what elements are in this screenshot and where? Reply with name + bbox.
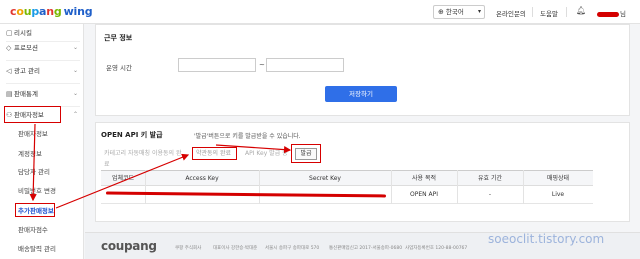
submenu-manager[interactable]: 담당자 관리 xyxy=(18,167,50,177)
highlight-additional-info xyxy=(15,203,55,217)
submenu-shipping[interactable]: 배송탈력 관리 xyxy=(18,244,56,254)
td-vendor-code xyxy=(101,186,145,204)
chevron-down-icon: ⌄ xyxy=(72,90,78,97)
terms-consent-field: 약관동의 완료 xyxy=(192,147,237,160)
submenu-account-info[interactable]: 계정정보 xyxy=(18,149,42,159)
api-key-status-field: API Key 발급 중 xyxy=(242,148,292,161)
td-purpose: OPEN API xyxy=(391,186,457,204)
submenu-password[interactable]: 비밀번호 변경 xyxy=(18,186,56,196)
chevron-down-icon: ⌄ xyxy=(72,67,78,74)
top-header: coupang wing ⊕ 한국어 ▾ 온라인문의 도움말 🔔︎ 님 xyxy=(0,0,640,24)
save-button[interactable]: 저장하기 xyxy=(325,86,397,102)
bell-icon[interactable]: 🔔︎ xyxy=(576,6,586,15)
redacted-username xyxy=(597,11,619,17)
online-inquiry-link[interactable]: 온라인문의 xyxy=(496,8,526,18)
chevron-down-icon: ▾ xyxy=(477,8,481,15)
globe-icon: ⊕ xyxy=(438,8,444,16)
highlight-seller-info xyxy=(4,106,61,123)
sidebar-item-stats[interactable]: ▤판매통계 ⌄ xyxy=(6,88,80,100)
watermark: soeoclit.tistory.com xyxy=(488,232,605,246)
footer-logo: coupang xyxy=(101,239,157,253)
submenu-seller-score[interactable]: 판매자점수 xyxy=(18,225,48,235)
th-secret-key: Secret Key xyxy=(259,170,391,186)
user-menu[interactable]: 님 xyxy=(597,8,626,18)
work-info-panel xyxy=(95,24,630,116)
sidebar-item-promotion[interactable]: ◇ 프로모션 ⌄ xyxy=(6,42,80,54)
operating-hours-label: 운영 시간 xyxy=(106,64,132,72)
help-link[interactable]: 도움말 xyxy=(540,8,558,18)
work-info-title: 근무 정보 xyxy=(104,34,133,42)
chart-icon: ▤ xyxy=(6,90,13,98)
category-consent-field: 카테고리 자동매칭 이용동의 완료 xyxy=(101,148,183,168)
tag-icon: ◇ xyxy=(6,44,12,52)
td-validity: - xyxy=(457,186,523,204)
language-select[interactable]: ⊕ 한국어 ▾ xyxy=(433,5,485,19)
chevron-up-icon: ⌃ xyxy=(72,111,78,118)
th-access-key: Access Key xyxy=(145,170,259,186)
start-time-input[interactable] xyxy=(178,58,256,72)
th-purpose: 사용 목적 xyxy=(391,170,457,186)
megaphone-icon: ◁ xyxy=(6,67,12,75)
sidebar-item-ads[interactable]: ◁ 광고 관리 ⌄ xyxy=(6,65,80,77)
issue-key-button[interactable]: 발급 xyxy=(295,148,317,160)
submenu-seller-info[interactable]: 판매자정보 xyxy=(18,129,48,139)
th-mapping-status: 매핑상태 xyxy=(523,170,593,186)
doc-icon: ▢ xyxy=(6,29,13,37)
open-api-title: OPEN API 키 발급 xyxy=(101,131,163,139)
sidebar-item-0[interactable]: ▢리시킬 xyxy=(6,27,80,39)
end-time-input[interactable] xyxy=(266,58,344,72)
th-vendor-code: 업체코드 xyxy=(101,170,145,186)
th-validity: 유효 기간 xyxy=(457,170,523,186)
td-mapping-status: Live xyxy=(523,186,593,204)
coupang-wing-logo[interactable]: coupang wing xyxy=(10,5,93,18)
chevron-down-icon: ⌄ xyxy=(72,44,78,51)
open-api-note: '발급'버튼으로 키를 발급받을 수 있습니다. xyxy=(194,133,301,140)
